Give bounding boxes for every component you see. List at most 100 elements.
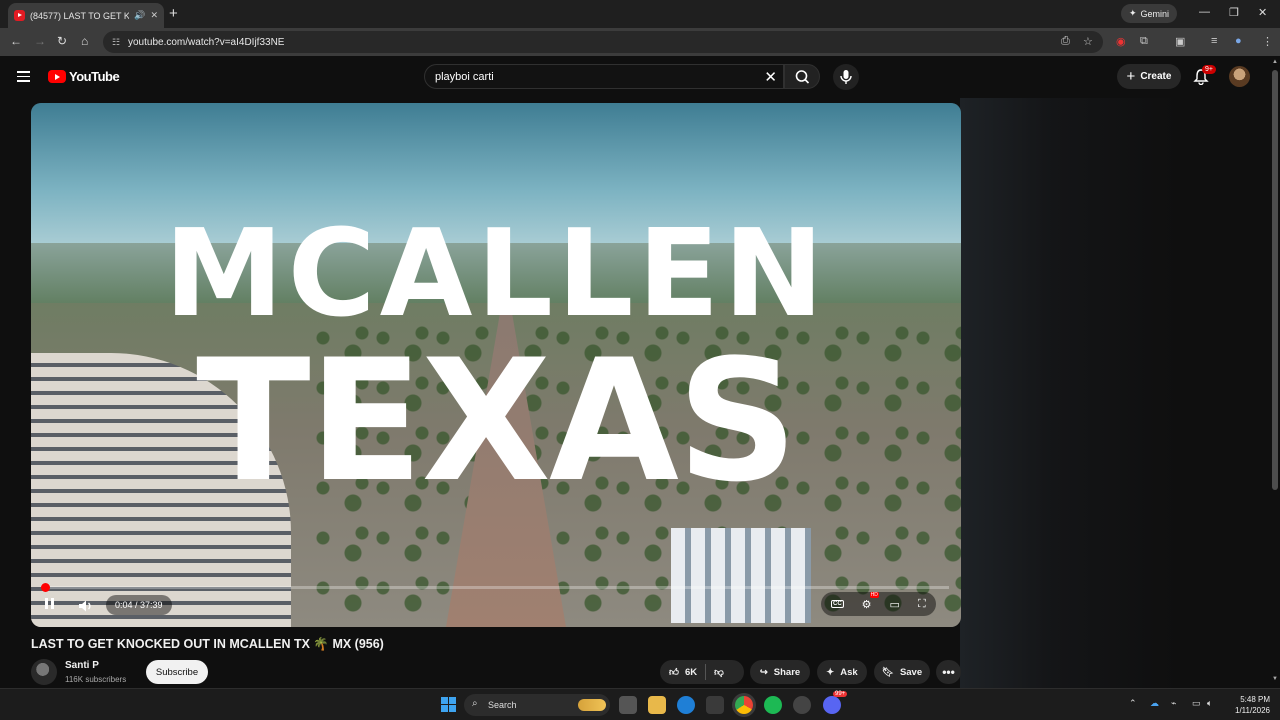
taskbar-search-label: Search bbox=[488, 700, 517, 710]
hamburger-menu-icon[interactable] bbox=[17, 71, 30, 85]
speaker-volume-icon[interactable]: 🔈︎ bbox=[1207, 698, 1212, 709]
close-window-button[interactable]: ✕ bbox=[1258, 6, 1267, 19]
scrollbar-thumb[interactable] bbox=[1272, 70, 1278, 490]
youtube-header: YouTube playboi carti ✕ + Create 9+ bbox=[0, 56, 1280, 98]
create-button[interactable]: + Create bbox=[1117, 64, 1181, 89]
subscribe-button[interactable]: Subscribe bbox=[146, 660, 208, 684]
display-icon[interactable]: ▭ bbox=[1192, 698, 1201, 709]
ask-button[interactable]: ✦ Ask bbox=[817, 660, 867, 684]
video-frame-building bbox=[671, 528, 811, 623]
dislike-button[interactable]: 👎︎ bbox=[706, 666, 724, 678]
minimize-button[interactable]: — bbox=[1199, 6, 1210, 18]
new-tab-button[interactable]: + bbox=[169, 5, 178, 22]
more-actions-button[interactable]: ••• bbox=[936, 660, 961, 684]
like-dislike-group: 👍︎ 6K 👎︎ bbox=[660, 660, 744, 684]
channel-avatar[interactable] bbox=[31, 659, 57, 685]
home-button[interactable]: ⌂ bbox=[81, 34, 88, 48]
browser-menu-icon[interactable]: ⋮ bbox=[1262, 35, 1273, 48]
progress-bar[interactable] bbox=[40, 583, 949, 592]
reload-button[interactable]: ↻ bbox=[57, 34, 67, 48]
windows-start-icon[interactable] bbox=[441, 697, 456, 712]
tab-close-button[interactable]: ✕ bbox=[150, 10, 158, 21]
create-label: Create bbox=[1140, 71, 1172, 82]
voice-search-button[interactable] bbox=[833, 64, 859, 90]
plus-icon: + bbox=[1126, 68, 1136, 85]
forward-button[interactable]: → bbox=[34, 34, 46, 48]
captions-button[interactable]: CC bbox=[831, 600, 844, 608]
media-control-icon[interactable]: ≡ bbox=[1211, 35, 1217, 47]
gemini-button[interactable]: ✦ Gemini bbox=[1121, 4, 1178, 23]
search-query: playboi carti bbox=[435, 70, 494, 83]
clock-time: 5:48 PM bbox=[1240, 695, 1270, 704]
speaker-icon[interactable]: 🔊 bbox=[134, 10, 145, 21]
more-horizontal-icon: ••• bbox=[942, 665, 955, 679]
like-button[interactable]: 👍︎ 6K bbox=[660, 664, 707, 680]
save-button[interactable]: 🔖︎ Save bbox=[874, 660, 930, 684]
store-icon[interactable] bbox=[706, 696, 724, 714]
onedrive-icon[interactable]: ☁ bbox=[1150, 698, 1159, 709]
network-icon[interactable]: ⌁ bbox=[1171, 698, 1176, 709]
search-button[interactable] bbox=[784, 64, 820, 89]
share-button[interactable]: ↪ Share bbox=[750, 660, 810, 684]
extension-icon[interactable]: ◉ bbox=[1116, 35, 1126, 48]
progress-scrubber-handle[interactable] bbox=[40, 583, 50, 592]
show-hidden-icons-icon[interactable]: ⌃ bbox=[1129, 698, 1137, 709]
volume-icon[interactable] bbox=[78, 599, 94, 613]
search-icon bbox=[795, 70, 810, 84]
pause-button[interactable] bbox=[45, 598, 59, 612]
discord-badge: 99+ bbox=[833, 691, 848, 697]
address-bar[interactable]: ☷ youtube.com/watch?v=aI4DIjf33NE bbox=[103, 31, 1103, 53]
ambient-glow bbox=[960, 98, 1270, 688]
tab-search-icon[interactable]: ▣ bbox=[1175, 35, 1185, 48]
spotify-icon[interactable] bbox=[764, 696, 782, 714]
share-arrow-icon: ↪ bbox=[759, 666, 768, 678]
tab-title: (84577) LAST TO GET KNOC bbox=[30, 10, 130, 21]
page-scrollbar[interactable]: ▲ ▼ bbox=[1270, 56, 1280, 688]
subscriber-count: 116K subscribers bbox=[65, 675, 127, 684]
time-display: 0:04 / 37:39 bbox=[106, 595, 172, 615]
install-app-icon[interactable]: ⎙ bbox=[1061, 35, 1070, 48]
bookmark-star-icon[interactable]: ☆ bbox=[1083, 35, 1093, 48]
search-icon: ⌕ bbox=[472, 698, 478, 709]
settings-gear-icon[interactable]: ⚙ HD bbox=[862, 591, 879, 611]
file-explorer-icon[interactable] bbox=[648, 696, 666, 714]
thumbs-down-icon: 👎︎ bbox=[714, 667, 724, 678]
browser-toolbar: ← → ↻ ⌂ ☷ youtube.com/watch?v=aI4DIjf33N… bbox=[0, 28, 1280, 56]
notifications-badge: 9+ bbox=[1202, 65, 1216, 74]
scroll-up-arrow-icon[interactable]: ▲ bbox=[1272, 59, 1278, 65]
hd-badge: HD bbox=[869, 591, 879, 598]
like-count: 6K bbox=[684, 666, 698, 678]
fullscreen-icon[interactable]: ⛶ bbox=[918, 598, 926, 611]
scroll-down-arrow-icon[interactable]: ▼ bbox=[1272, 676, 1278, 682]
edge-icon[interactable] bbox=[677, 696, 695, 714]
video-player[interactable]: MCALLEN TEXAS 0:04 / 37:39 CC ⚙ HD ▭ ⛶ bbox=[31, 103, 961, 627]
channel-name[interactable]: Santi P bbox=[65, 660, 99, 671]
sparkle-icon: ✦ bbox=[826, 666, 835, 678]
gemini-label: Gemini bbox=[1140, 8, 1170, 19]
app-icon[interactable] bbox=[793, 696, 811, 714]
back-button[interactable]: ← bbox=[10, 34, 22, 48]
chrome-icon[interactable] bbox=[735, 696, 753, 714]
miniplayer-icon[interactable]: ▭ bbox=[890, 598, 900, 611]
overlay-title-line2: TEXAS bbox=[196, 323, 798, 519]
clear-search-icon[interactable]: ✕ bbox=[764, 68, 777, 86]
system-clock[interactable]: 5:48 PM 1/11/2026 bbox=[1222, 694, 1270, 716]
share-label: Share bbox=[773, 666, 801, 678]
bookmark-icon: 🔖︎ bbox=[881, 666, 894, 678]
profile-icon[interactable]: ● bbox=[1235, 35, 1242, 47]
browser-tab[interactable]: (84577) LAST TO GET KNOC 🔊 ✕ bbox=[8, 3, 164, 28]
extensions-puzzle-icon[interactable]: ⧉ bbox=[1140, 35, 1148, 48]
discord-icon[interactable]: 99+ bbox=[823, 691, 848, 714]
youtube-logo[interactable]: YouTube bbox=[48, 69, 120, 84]
maximize-button[interactable]: ❐ bbox=[1229, 6, 1239, 19]
youtube-logo-text: YouTube bbox=[69, 69, 120, 84]
task-view-icon[interactable] bbox=[619, 696, 637, 714]
microphone-icon bbox=[840, 70, 852, 84]
url-text: youtube.com/watch?v=aI4DIjf33NE bbox=[128, 36, 285, 48]
search-input[interactable]: playboi carti ✕ bbox=[424, 64, 784, 89]
windows-taskbar: ⌕ Search 99+ ⌃ ☁ ⌁ ▭ 🔈︎ 5:48 PM 1/11/202… bbox=[0, 688, 1280, 720]
account-avatar[interactable] bbox=[1229, 66, 1250, 87]
browser-titlebar: (84577) LAST TO GET KNOC 🔊 ✕ + ✦ Gemini … bbox=[0, 0, 1280, 28]
site-info-icon[interactable]: ☷ bbox=[112, 37, 120, 48]
taskbar-search[interactable]: ⌕ Search bbox=[464, 694, 610, 716]
